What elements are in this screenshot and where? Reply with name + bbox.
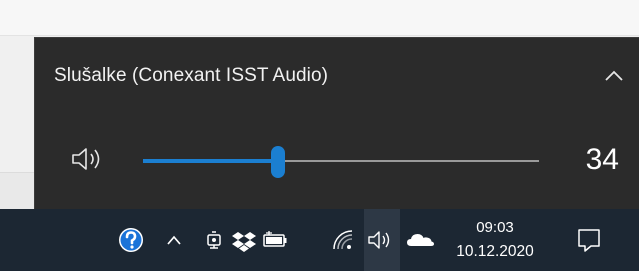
clock-date: 10.12.2020 — [456, 243, 534, 260]
volume-flyout: Slušalke (Conexant ISST Audio) 34 — [34, 37, 639, 209]
chevron-up-icon[interactable] — [603, 68, 625, 84]
battery-icon[interactable] — [261, 227, 289, 253]
volume-icon[interactable] — [366, 227, 398, 253]
wifi-icon[interactable] — [330, 227, 356, 253]
help-icon[interactable] — [116, 225, 146, 255]
screen: Slušalke (Conexant ISST Audio) 34 09:03 … — [0, 0, 639, 271]
taskbar-clock[interactable]: 09:03 10.12.2020 — [445, 217, 545, 262]
speaker-icon[interactable] — [70, 144, 114, 174]
background-window-strip — [0, 172, 34, 209]
volume-value: 34 — [585, 143, 619, 176]
show-hidden-icons-chevron[interactable] — [164, 227, 184, 253]
volume-slider-fill — [143, 159, 278, 163]
volume-slider[interactable] — [143, 146, 539, 178]
meet-now-icon[interactable] — [203, 227, 225, 253]
notifications-icon[interactable] — [574, 225, 604, 255]
volume-slider-thumb[interactable] — [270, 146, 285, 178]
background-window-titlebar — [0, 0, 639, 36]
clock-time: 09:03 — [476, 219, 514, 236]
taskbar: 09:03 10.12.2020 — [0, 209, 639, 271]
onedrive-cloud-icon[interactable] — [405, 227, 435, 253]
dropbox-icon[interactable] — [231, 227, 257, 253]
audio-device-name[interactable]: Slušalke (Conexant ISST Audio) — [54, 65, 328, 87]
